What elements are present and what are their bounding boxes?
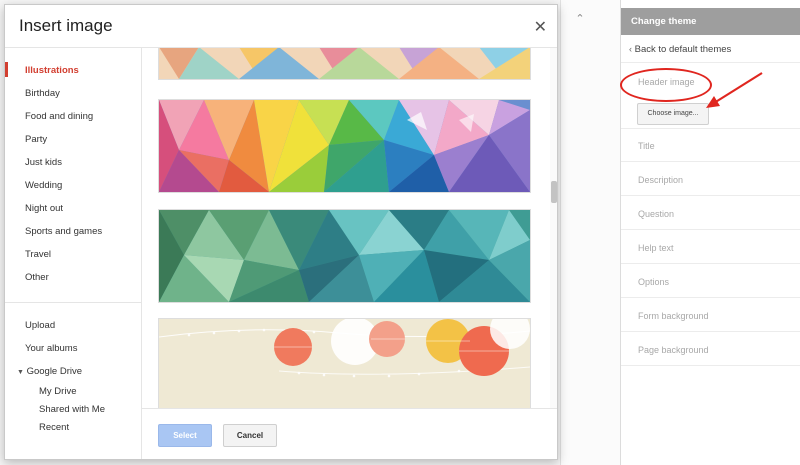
nav-item-party[interactable]: Party <box>25 134 47 145</box>
panel-divider <box>621 297 800 298</box>
dialog-title: Insert image <box>19 16 113 35</box>
cancel-button[interactable]: Cancel <box>223 424 277 447</box>
image-tile[interactable] <box>158 318 531 408</box>
nav-item-just-kids[interactable]: Just kids <box>25 157 62 168</box>
nav-divider <box>5 302 141 303</box>
nav-item-night-out[interactable]: Night out <box>25 203 63 214</box>
nav-item-your-albums[interactable]: Your albums <box>25 343 77 354</box>
triangle-down-icon: ▼ <box>17 369 24 376</box>
field-title[interactable]: Title <box>638 141 655 151</box>
back-link-label: Back to default themes <box>634 44 732 55</box>
nav-item-wedding[interactable]: Wedding <box>25 180 62 191</box>
panel-divider <box>621 331 800 332</box>
select-button[interactable]: Select <box>158 424 212 447</box>
collapse-icon[interactable]: ⌃ <box>570 12 590 28</box>
panel-divider <box>621 195 800 196</box>
panel-divider <box>621 128 800 129</box>
panel-divider <box>621 365 800 366</box>
active-indicator <box>5 62 8 77</box>
category-nav: Illustrations Birthday Food and dining P… <box>5 48 142 459</box>
choose-image-button[interactable]: Choose image... <box>637 103 709 125</box>
image-tile[interactable] <box>158 48 531 80</box>
nav-item-sports-and-games[interactable]: Sports and games <box>25 226 102 237</box>
panel-divider <box>621 62 800 63</box>
nav-item-google-drive[interactable]: ▼ Google Drive <box>17 366 82 377</box>
annotation-circle <box>620 68 712 102</box>
annotation-arrow-icon <box>706 72 763 108</box>
field-help-text[interactable]: Help text <box>638 243 674 253</box>
lanterns-image <box>159 319 530 408</box>
footer-divider <box>142 408 557 409</box>
nav-item-illustrations[interactable]: Illustrations <box>25 65 79 76</box>
panel-divider <box>621 161 800 162</box>
nav-item-other[interactable]: Other <box>25 272 49 283</box>
field-question[interactable]: Question <box>638 209 674 219</box>
field-options[interactable]: Options <box>638 277 669 287</box>
image-tile[interactable] <box>158 209 531 303</box>
panel-divider <box>621 263 800 264</box>
field-form-background[interactable]: Form background <box>638 311 709 321</box>
nav-item-recent[interactable]: Recent <box>39 422 69 433</box>
panel-header: Change theme <box>621 8 800 35</box>
back-to-default-themes-link[interactable]: ‹ Back to default themes <box>629 44 731 55</box>
field-description[interactable]: Description <box>638 175 683 185</box>
image-tile[interactable] <box>158 99 531 193</box>
field-page-background[interactable]: Page background <box>638 345 709 355</box>
nav-item-upload[interactable]: Upload <box>25 320 55 331</box>
nav-item-birthday[interactable]: Birthday <box>25 88 60 99</box>
panel-title: Change theme <box>631 16 697 27</box>
close-icon[interactable]: ✕ <box>534 17 547 37</box>
image-gallery <box>142 48 557 408</box>
insert-image-dialog: Insert image ✕ Illustrations Birthday Fo… <box>4 4 558 460</box>
teal-polygons-image <box>159 210 530 302</box>
nav-item-my-drive[interactable]: My Drive <box>39 386 76 397</box>
nav-item-travel[interactable]: Travel <box>25 249 51 260</box>
gallery-scrollbar[interactable] <box>550 48 557 408</box>
background-strip <box>560 0 621 465</box>
gallery-scroll-thumb[interactable] <box>551 181 557 203</box>
nav-item-google-drive-label: Google Drive <box>26 366 83 377</box>
nav-item-shared-with-me[interactable]: Shared with Me <box>39 404 105 415</box>
chevron-left-icon: ‹ <box>629 44 632 54</box>
pastel-triangles-image <box>159 48 530 79</box>
rainbow-polygons-image <box>159 100 530 192</box>
nav-item-food-and-dining[interactable]: Food and dining <box>25 111 93 122</box>
panel-divider <box>621 229 800 230</box>
